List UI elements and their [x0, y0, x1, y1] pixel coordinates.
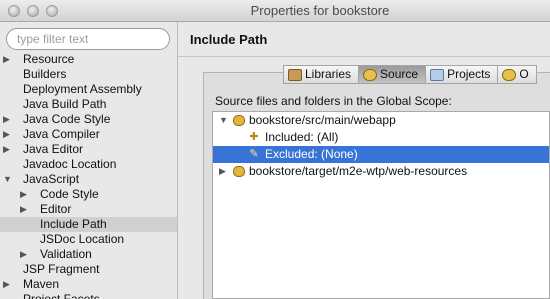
- excluded-icon: ✎: [249, 148, 259, 160]
- tree-item-jsdoc-location[interactable]: JSDoc Location: [0, 232, 177, 247]
- tree-item-label: Java Build Path: [23, 97, 107, 111]
- tab-libraries[interactable]: Libraries: [283, 65, 359, 84]
- tree-item-label: Project Facets: [23, 292, 100, 299]
- projects-icon: [430, 68, 445, 81]
- tab-source[interactable]: Source: [358, 65, 426, 84]
- title-bar: Properties for bookstore: [0, 0, 550, 22]
- title-separator: [178, 56, 550, 57]
- collapsed-arrow-icon[interactable]: ▶: [3, 142, 13, 157]
- tree-item-label: Editor: [40, 202, 72, 216]
- source-folder-row[interactable]: ▶ bookstore/target/m2e-wtp/web-resources: [213, 163, 549, 180]
- tree-item-label: Builders: [23, 67, 67, 81]
- source-row-label: bookstore/target/m2e-wtp/web-resources: [249, 164, 468, 178]
- properties-tree: ▶ Resource Builders Deployment Assembly Java…: [0, 52, 177, 299]
- tree-item-label: Java Compiler: [23, 127, 100, 141]
- tree-item-label: Deployment Assembly: [23, 82, 142, 96]
- tree-item-resource[interactable]: ▶ Resource: [0, 52, 177, 67]
- tab-projects[interactable]: Projects: [425, 65, 498, 84]
- source-folder-row[interactable]: ▼ bookstore/src/main/webapp: [213, 112, 549, 129]
- tree-item-maven[interactable]: ▶ Maven: [0, 277, 177, 292]
- tree-item-deployment-assembly[interactable]: Deployment Assembly: [0, 82, 177, 97]
- source-icon: [363, 68, 378, 81]
- collapsed-arrow-icon[interactable]: ▶: [3, 112, 13, 127]
- source-folder-icon: [233, 166, 245, 177]
- tree-item-label: JavaScript: [23, 172, 80, 186]
- collapsed-arrow-icon[interactable]: ▶: [3, 277, 13, 292]
- order-icon: [502, 68, 517, 81]
- page-title: Include Path: [190, 32, 268, 47]
- source-row-label: Included: (All): [265, 130, 339, 144]
- source-filter-row[interactable]: ✎ Excluded: (None): [213, 146, 549, 163]
- tree-item-javadoc-location[interactable]: Javadoc Location: [0, 157, 177, 172]
- tree-item-label: Code Style: [40, 187, 99, 201]
- tree-item-java-code-style[interactable]: ▶ Java Code Style: [0, 112, 177, 127]
- tree-item-javascript[interactable]: ▼ JavaScript: [0, 172, 177, 187]
- tree-item-java-editor[interactable]: ▶ Java Editor: [0, 142, 177, 157]
- tab-label: Projects: [447, 67, 491, 81]
- properties-sidebar: ▶ResourceBuildersDeployment AssemblyJava…: [0, 22, 178, 299]
- source-folder-icon: [233, 115, 245, 126]
- tree-item-code-style[interactable]: ▶ Code Style: [0, 187, 177, 202]
- scope-label: Source files and folders in the Global S…: [215, 94, 452, 108]
- tab-label: Libraries: [305, 67, 352, 81]
- tree-item-jsp-fragment[interactable]: JSP Fragment: [0, 262, 177, 277]
- collapsed-arrow-icon[interactable]: ▶: [3, 52, 13, 67]
- tree-item-builders[interactable]: Builders: [0, 67, 177, 82]
- source-row-label: Excluded: (None): [265, 147, 358, 161]
- tree-item-label: Resource: [23, 52, 75, 66]
- tree-item-label: JSDoc Location: [40, 232, 125, 246]
- tree-item-label: Java Code Style: [23, 112, 111, 126]
- collapsed-arrow-icon[interactable]: ▶: [20, 202, 30, 217]
- collapsed-arrow-icon[interactable]: ▶: [20, 247, 30, 262]
- tree-item-editor[interactable]: ▶ Editor: [0, 202, 177, 217]
- properties-content: Include Path Libraries Source Projects O So…: [178, 22, 550, 299]
- tree-item-java-build-path[interactable]: Java Build Path: [0, 97, 177, 112]
- tab-label: Source: [380, 67, 419, 81]
- tree-item-validation[interactable]: ▶ Validation: [0, 247, 177, 262]
- tree-item-label: Maven: [23, 277, 60, 291]
- source-row-label: bookstore/src/main/webapp: [249, 113, 396, 127]
- window-title: Properties for bookstore: [250, 3, 390, 18]
- expanded-arrow-icon[interactable]: ▼: [3, 172, 13, 187]
- tab-o[interactable]: O: [497, 65, 537, 84]
- source-filter-row[interactable]: ✚ Included: (All): [213, 129, 549, 146]
- tree-item-label: Include Path: [40, 217, 107, 231]
- tree-item-label: Javadoc Location: [23, 157, 117, 171]
- tree-item-project-facets[interactable]: Project Facets: [0, 292, 177, 299]
- libraries-icon: [288, 68, 302, 81]
- tree-item-label: Java Editor: [23, 142, 84, 156]
- collapsed-arrow-icon[interactable]: ▶: [3, 127, 13, 142]
- collapsed-arrow-icon[interactable]: ▶: [219, 163, 226, 180]
- collapsed-arrow-icon[interactable]: ▶: [20, 187, 30, 202]
- included-icon: ✚: [249, 131, 259, 143]
- expanded-arrow-icon[interactable]: ▼: [219, 112, 228, 129]
- tree-item-label: JSP Fragment: [23, 262, 100, 276]
- tree-item-include-path[interactable]: Include Path: [0, 217, 177, 232]
- tab-label: O: [519, 67, 529, 81]
- tree-item-java-compiler[interactable]: ▶ Java Compiler: [0, 127, 177, 142]
- tree-item-label: Validation: [40, 247, 92, 261]
- filter-input[interactable]: [6, 28, 170, 50]
- tab-bar: Libraries Source Projects O: [283, 65, 537, 85]
- source-list[interactable]: ▼ bookstore/src/main/webapp ✚ Included: (Al…: [212, 111, 550, 299]
